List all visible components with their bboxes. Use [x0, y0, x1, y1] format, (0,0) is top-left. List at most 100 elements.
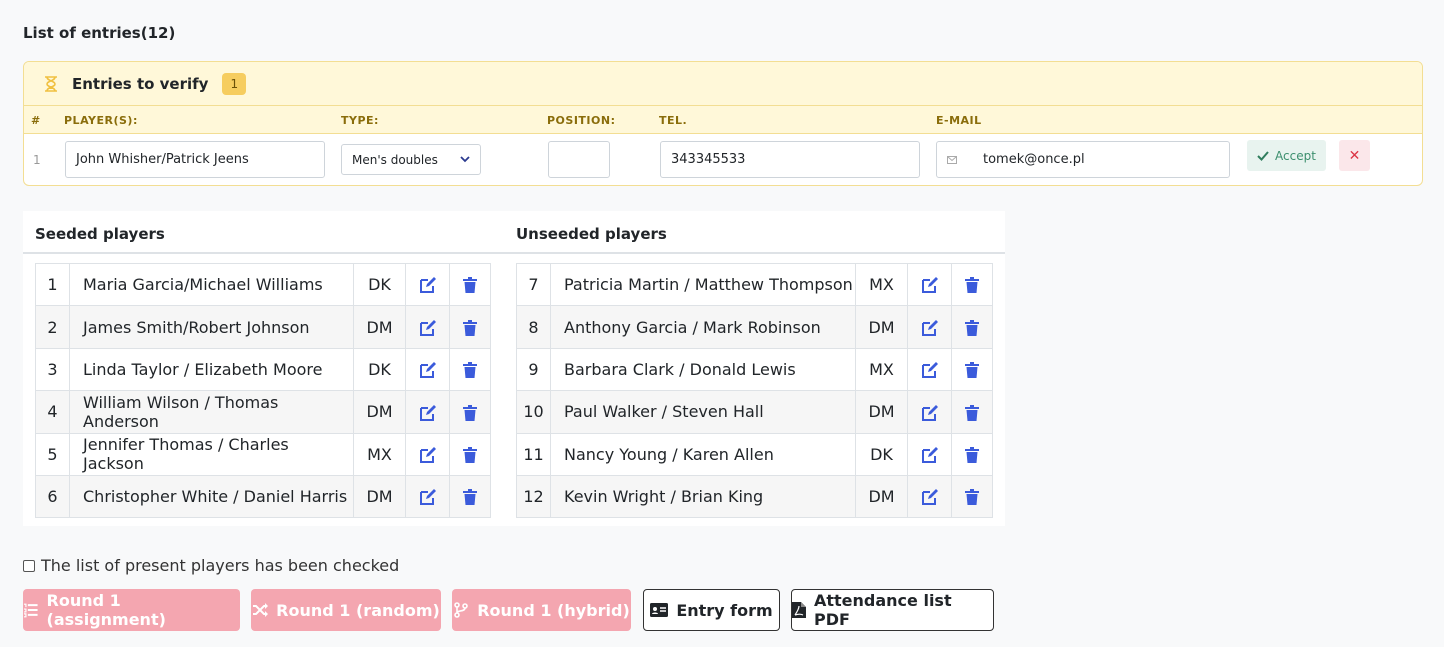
- delete-button[interactable]: [951, 474, 993, 519]
- row-players: William Wilson / Thomas Anderson: [69, 390, 354, 434]
- list-ordered-icon: [23, 603, 38, 618]
- edit-button[interactable]: [907, 262, 952, 307]
- id-card-icon: [650, 603, 669, 617]
- edit-button[interactable]: [907, 347, 952, 392]
- trash-icon: [463, 447, 477, 463]
- verify-panel: Entries to verify 1 # PLAYER(S): TYPE: P…: [23, 61, 1423, 186]
- row-number: 6: [35, 474, 70, 519]
- row-players: Maria Garcia/Michael Williams: [69, 262, 354, 307]
- edit-button[interactable]: [907, 305, 952, 349]
- row-players: Kevin Wright / Brian King: [550, 474, 856, 519]
- row-number: 12: [516, 474, 551, 519]
- players-checked-label[interactable]: The list of present players has been che…: [41, 556, 399, 575]
- round-random-button[interactable]: Round 1 (random): [251, 589, 441, 631]
- attendance-pdf-button[interactable]: Attendance list PDF: [791, 589, 994, 631]
- players-panel: Seeded players Unseeded players 1 Maria …: [23, 211, 1005, 526]
- edit-button[interactable]: [405, 262, 450, 307]
- table-row: 6 Christopher White / Daniel Harris DM: [35, 474, 491, 519]
- trash-icon: [463, 277, 477, 294]
- row-number: 2: [35, 305, 70, 349]
- row-type: MX: [855, 347, 908, 392]
- edit-button[interactable]: [405, 347, 450, 392]
- position-input[interactable]: [548, 141, 610, 178]
- edit-button[interactable]: [405, 474, 450, 519]
- round-assignment-button[interactable]: Round 1 (assignment): [23, 589, 240, 631]
- delete-button[interactable]: [449, 390, 491, 434]
- delete-button[interactable]: [951, 432, 993, 476]
- delete-button[interactable]: [449, 432, 491, 476]
- edit-button[interactable]: [907, 474, 952, 519]
- row-type: MX: [855, 262, 908, 307]
- row-number: 7: [516, 262, 551, 307]
- row-players: Christopher White / Daniel Harris: [69, 474, 354, 519]
- type-select[interactable]: Men's doubles: [341, 144, 481, 175]
- edit-button[interactable]: [405, 390, 450, 434]
- verify-row: 1 John Whisher/Patrick Jeens Men's doubl…: [24, 134, 1422, 185]
- table-row: 9 Barbara Clark / Donald Lewis MX: [516, 347, 993, 392]
- verify-column-headers: # PLAYER(S): TYPE: POSITION: TEL. E-MAIL: [24, 106, 1422, 134]
- edit-icon: [921, 319, 938, 336]
- trash-icon: [965, 277, 979, 294]
- round-assignment-label: Round 1 (assignment): [46, 591, 166, 629]
- edit-icon: [419, 362, 436, 379]
- trash-icon: [965, 362, 979, 379]
- shuffle-icon: [253, 603, 269, 617]
- row-players: Jennifer Thomas / Charles Jackson: [69, 432, 354, 476]
- edit-icon: [419, 319, 436, 336]
- delete-button[interactable]: [951, 262, 993, 307]
- accept-button[interactable]: Accept: [1247, 140, 1326, 171]
- delete-button[interactable]: [449, 347, 491, 392]
- table-row: 10 Paul Walker / Steven Hall DM: [516, 390, 993, 434]
- edit-button[interactable]: [907, 432, 952, 476]
- row-number: 4: [35, 390, 70, 434]
- edit-button[interactable]: [405, 432, 450, 476]
- seeded-title: Seeded players: [35, 225, 165, 243]
- edit-icon: [921, 489, 938, 506]
- unseeded-title: Unseeded players: [516, 225, 667, 243]
- table-row: 7 Patricia Martin / Matthew Thompson MX: [516, 262, 993, 307]
- verify-count-badge: 1: [222, 72, 247, 95]
- players-input-value: John Whisher/Patrick Jeens: [76, 152, 249, 167]
- players-input[interactable]: John Whisher/Patrick Jeens: [65, 141, 325, 178]
- delete-button[interactable]: [449, 474, 491, 519]
- edit-icon: [419, 447, 436, 463]
- col-email: E-MAIL: [936, 114, 982, 127]
- code-branch-icon: [454, 602, 469, 618]
- round-hybrid-button[interactable]: Round 1 (hybrid): [452, 589, 631, 631]
- edit-button[interactable]: [405, 305, 450, 349]
- row-number: 1: [35, 262, 70, 307]
- verify-row-index: 1: [33, 153, 41, 167]
- trash-icon: [463, 362, 477, 379]
- row-number: 5: [35, 432, 70, 476]
- delete-button[interactable]: [951, 347, 993, 392]
- entry-form-label: Entry form: [676, 600, 773, 620]
- table-row: 2 James Smith/Robert Johnson DM: [35, 305, 491, 349]
- tel-input[interactable]: 343345533: [660, 141, 920, 178]
- col-players: PLAYER(S):: [64, 114, 138, 127]
- row-type: DK: [353, 347, 406, 392]
- reject-button[interactable]: ✕: [1339, 140, 1370, 171]
- page-title: List of entries(12): [23, 24, 176, 42]
- seeded-table: 1 Maria Garcia/Michael Williams DK 2 Jam…: [35, 262, 491, 519]
- players-checked-checkbox[interactable]: [23, 559, 35, 572]
- edit-icon: [419, 404, 436, 421]
- row-players: Patricia Martin / Matthew Thompson: [550, 262, 856, 307]
- table-row: 3 Linda Taylor / Elizabeth Moore DK: [35, 347, 491, 392]
- row-number: 9: [516, 347, 551, 392]
- email-input[interactable]: tomek@once.pl: [936, 141, 1230, 178]
- accept-label: Accept: [1275, 148, 1316, 163]
- delete-button[interactable]: [951, 305, 993, 349]
- row-type: DM: [855, 390, 908, 434]
- delete-button[interactable]: [951, 390, 993, 434]
- trash-icon: [965, 489, 979, 506]
- entry-form-button[interactable]: Entry form: [643, 589, 780, 631]
- attendance-pdf-label: Attendance list PDF: [813, 591, 952, 629]
- trash-icon: [463, 489, 477, 506]
- delete-button[interactable]: [449, 305, 491, 349]
- edit-button[interactable]: [907, 390, 952, 434]
- table-row: 1 Maria Garcia/Michael Williams DK: [35, 262, 491, 307]
- delete-button[interactable]: [449, 262, 491, 307]
- row-number: 11: [516, 432, 551, 476]
- table-row: 8 Anthony Garcia / Mark Robinson DM: [516, 305, 993, 349]
- row-players: James Smith/Robert Johnson: [69, 305, 354, 349]
